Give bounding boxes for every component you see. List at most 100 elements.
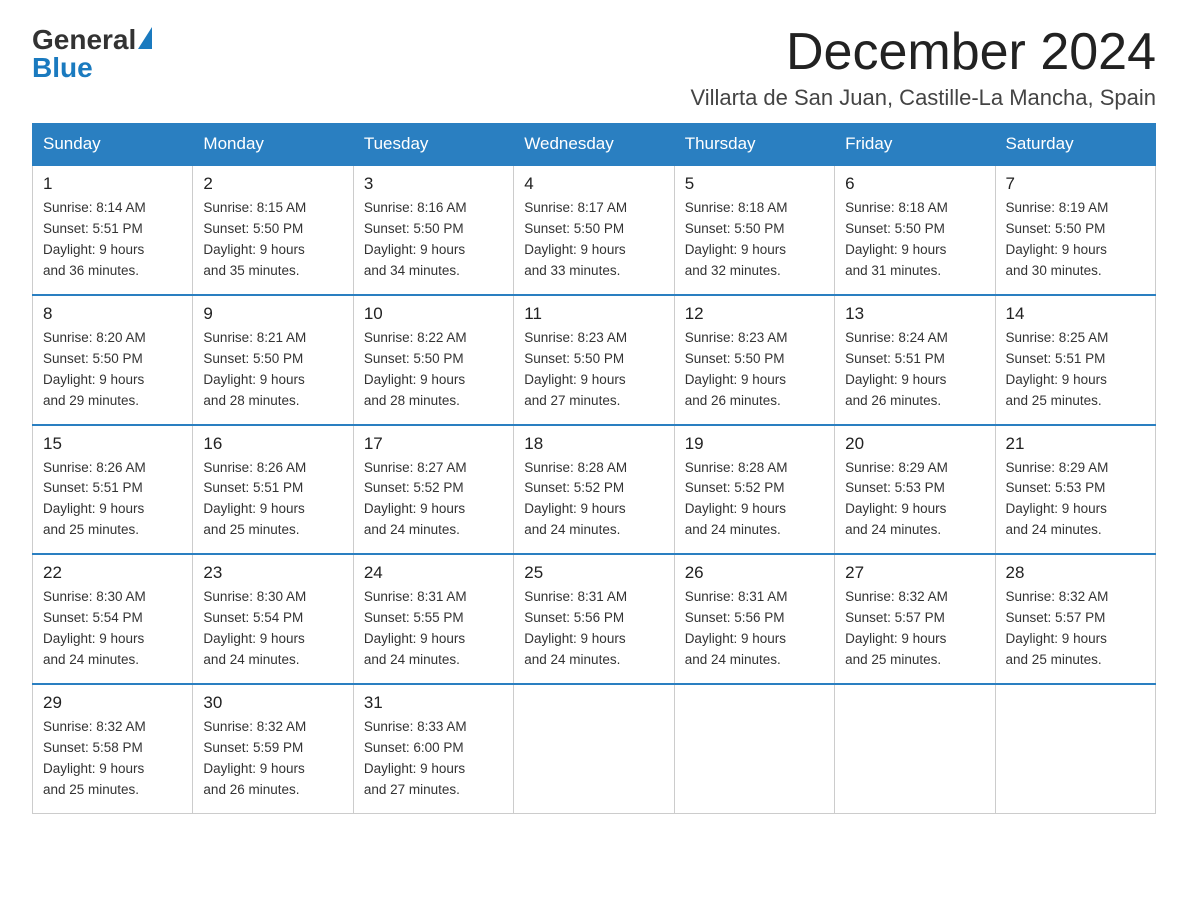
week-row-5: 29 Sunrise: 8:32 AMSunset: 5:58 PMDayligh… bbox=[33, 684, 1156, 813]
calendar-cell: 6 Sunrise: 8:18 AMSunset: 5:50 PMDaylight… bbox=[835, 165, 995, 295]
day-info: Sunrise: 8:29 AMSunset: 5:53 PMDaylight:… bbox=[1006, 458, 1145, 542]
day-number: 8 bbox=[43, 304, 182, 324]
week-row-1: 1 Sunrise: 8:14 AMSunset: 5:51 PMDaylight… bbox=[33, 165, 1156, 295]
day-number: 4 bbox=[524, 174, 663, 194]
calendar-cell: 12 Sunrise: 8:23 AMSunset: 5:50 PMDayligh… bbox=[674, 295, 834, 425]
day-info: Sunrise: 8:32 AMSunset: 5:59 PMDaylight:… bbox=[203, 717, 342, 801]
day-number: 2 bbox=[203, 174, 342, 194]
calendar-cell: 13 Sunrise: 8:24 AMSunset: 5:51 PMDayligh… bbox=[835, 295, 995, 425]
weekday-header-monday: Monday bbox=[193, 124, 353, 166]
calendar-cell: 10 Sunrise: 8:22 AMSunset: 5:50 PMDayligh… bbox=[353, 295, 513, 425]
day-number: 12 bbox=[685, 304, 824, 324]
day-info: Sunrise: 8:23 AMSunset: 5:50 PMDaylight:… bbox=[524, 328, 663, 412]
calendar-cell bbox=[835, 684, 995, 813]
calendar-cell: 11Sunrise: 8:23 AMSunset: 5:50 PMDayligh… bbox=[514, 295, 674, 425]
day-number: 23 bbox=[203, 563, 342, 583]
week-row-2: 8 Sunrise: 8:20 AMSunset: 5:50 PMDaylight… bbox=[33, 295, 1156, 425]
weekday-header-saturday: Saturday bbox=[995, 124, 1155, 166]
calendar-cell: 7Sunrise: 8:19 AMSunset: 5:50 PMDaylight… bbox=[995, 165, 1155, 295]
calendar-cell: 21Sunrise: 8:29 AMSunset: 5:53 PMDayligh… bbox=[995, 425, 1155, 555]
calendar-cell: 27Sunrise: 8:32 AMSunset: 5:57 PMDayligh… bbox=[835, 554, 995, 684]
day-number: 9 bbox=[203, 304, 342, 324]
day-number: 5 bbox=[685, 174, 824, 194]
weekday-header-friday: Friday bbox=[835, 124, 995, 166]
day-info: Sunrise: 8:31 AMSunset: 5:56 PMDaylight:… bbox=[685, 587, 824, 671]
day-info: Sunrise: 8:32 AMSunset: 5:58 PMDaylight:… bbox=[43, 717, 182, 801]
logo-triangle-icon bbox=[138, 27, 152, 49]
calendar-cell: 2 Sunrise: 8:15 AMSunset: 5:50 PMDaylight… bbox=[193, 165, 353, 295]
day-info: Sunrise: 8:27 AMSunset: 5:52 PMDaylight:… bbox=[364, 458, 503, 542]
calendar-cell: 3Sunrise: 8:16 AMSunset: 5:50 PMDaylight… bbox=[353, 165, 513, 295]
calendar-cell: 15 Sunrise: 8:26 AMSunset: 5:51 PMDayligh… bbox=[33, 425, 193, 555]
calendar-cell: 19Sunrise: 8:28 AMSunset: 5:52 PMDayligh… bbox=[674, 425, 834, 555]
day-info: Sunrise: 8:21 AMSunset: 5:50 PMDaylight:… bbox=[203, 328, 342, 412]
day-number: 26 bbox=[685, 563, 824, 583]
calendar-cell: 8 Sunrise: 8:20 AMSunset: 5:50 PMDaylight… bbox=[33, 295, 193, 425]
calendar-cell: 17 Sunrise: 8:27 AMSunset: 5:52 PMDayligh… bbox=[353, 425, 513, 555]
day-info: Sunrise: 8:25 AMSunset: 5:51 PMDaylight:… bbox=[1006, 328, 1145, 412]
day-number: 31 bbox=[364, 693, 503, 713]
calendar-subtitle: Villarta de San Juan, Castille-La Mancha… bbox=[690, 85, 1156, 111]
day-info: Sunrise: 8:30 AMSunset: 5:54 PMDaylight:… bbox=[203, 587, 342, 671]
day-number: 17 bbox=[364, 434, 503, 454]
week-row-4: 22Sunrise: 8:30 AMSunset: 5:54 PMDayligh… bbox=[33, 554, 1156, 684]
calendar-cell: 26 Sunrise: 8:31 AMSunset: 5:56 PMDayligh… bbox=[674, 554, 834, 684]
day-info: Sunrise: 8:32 AMSunset: 5:57 PMDaylight:… bbox=[1006, 587, 1145, 671]
calendar-cell: 1 Sunrise: 8:14 AMSunset: 5:51 PMDaylight… bbox=[33, 165, 193, 295]
week-row-3: 15 Sunrise: 8:26 AMSunset: 5:51 PMDayligh… bbox=[33, 425, 1156, 555]
weekday-header-thursday: Thursday bbox=[674, 124, 834, 166]
weekday-header-tuesday: Tuesday bbox=[353, 124, 513, 166]
day-info: Sunrise: 8:26 AMSunset: 5:51 PMDaylight:… bbox=[203, 458, 342, 542]
calendar-cell: 29 Sunrise: 8:32 AMSunset: 5:58 PMDayligh… bbox=[33, 684, 193, 813]
calendar-cell: 9 Sunrise: 8:21 AMSunset: 5:50 PMDaylight… bbox=[193, 295, 353, 425]
calendar-cell bbox=[514, 684, 674, 813]
day-info: Sunrise: 8:20 AMSunset: 5:50 PMDaylight:… bbox=[43, 328, 182, 412]
calendar-table: SundayMondayTuesdayWednesdayThursdayFrid… bbox=[32, 123, 1156, 813]
day-number: 20 bbox=[845, 434, 984, 454]
calendar-cell: 22Sunrise: 8:30 AMSunset: 5:54 PMDayligh… bbox=[33, 554, 193, 684]
day-number: 6 bbox=[845, 174, 984, 194]
day-number: 25 bbox=[524, 563, 663, 583]
day-info: Sunrise: 8:18 AMSunset: 5:50 PMDaylight:… bbox=[845, 198, 984, 282]
day-number: 13 bbox=[845, 304, 984, 324]
day-info: Sunrise: 8:31 AMSunset: 5:55 PMDaylight:… bbox=[364, 587, 503, 671]
calendar-cell: 31 Sunrise: 8:33 AMSunset: 6:00 PMDayligh… bbox=[353, 684, 513, 813]
calendar-cell: 5 Sunrise: 8:18 AMSunset: 5:50 PMDaylight… bbox=[674, 165, 834, 295]
calendar-cell: 28 Sunrise: 8:32 AMSunset: 5:57 PMDayligh… bbox=[995, 554, 1155, 684]
day-info: Sunrise: 8:23 AMSunset: 5:50 PMDaylight:… bbox=[685, 328, 824, 412]
day-info: Sunrise: 8:29 AMSunset: 5:53 PMDaylight:… bbox=[845, 458, 984, 542]
day-info: Sunrise: 8:33 AMSunset: 6:00 PMDaylight:… bbox=[364, 717, 503, 801]
day-info: Sunrise: 8:28 AMSunset: 5:52 PMDaylight:… bbox=[524, 458, 663, 542]
day-number: 15 bbox=[43, 434, 182, 454]
day-number: 18 bbox=[524, 434, 663, 454]
day-number: 14 bbox=[1006, 304, 1145, 324]
calendar-cell: 14 Sunrise: 8:25 AMSunset: 5:51 PMDayligh… bbox=[995, 295, 1155, 425]
day-number: 10 bbox=[364, 304, 503, 324]
day-number: 1 bbox=[43, 174, 182, 194]
title-block: December 2024 Villarta de San Juan, Cast… bbox=[690, 24, 1156, 111]
day-number: 3 bbox=[364, 174, 503, 194]
day-number: 28 bbox=[1006, 563, 1145, 583]
day-number: 16 bbox=[203, 434, 342, 454]
day-info: Sunrise: 8:15 AMSunset: 5:50 PMDaylight:… bbox=[203, 198, 342, 282]
day-info: Sunrise: 8:32 AMSunset: 5:57 PMDaylight:… bbox=[845, 587, 984, 671]
calendar-cell: 25Sunrise: 8:31 AMSunset: 5:56 PMDayligh… bbox=[514, 554, 674, 684]
calendar-cell bbox=[995, 684, 1155, 813]
day-info: Sunrise: 8:24 AMSunset: 5:51 PMDaylight:… bbox=[845, 328, 984, 412]
calendar-cell: 24 Sunrise: 8:31 AMSunset: 5:55 PMDayligh… bbox=[353, 554, 513, 684]
day-info: Sunrise: 8:26 AMSunset: 5:51 PMDaylight:… bbox=[43, 458, 182, 542]
calendar-cell: 23 Sunrise: 8:30 AMSunset: 5:54 PMDayligh… bbox=[193, 554, 353, 684]
day-number: 29 bbox=[43, 693, 182, 713]
calendar-cell bbox=[674, 684, 834, 813]
day-info: Sunrise: 8:18 AMSunset: 5:50 PMDaylight:… bbox=[685, 198, 824, 282]
logo-blue-text: Blue bbox=[32, 52, 93, 84]
day-info: Sunrise: 8:28 AMSunset: 5:52 PMDaylight:… bbox=[685, 458, 824, 542]
day-info: Sunrise: 8:30 AMSunset: 5:54 PMDaylight:… bbox=[43, 587, 182, 671]
day-info: Sunrise: 8:14 AMSunset: 5:51 PMDaylight:… bbox=[43, 198, 182, 282]
calendar-cell: 4Sunrise: 8:17 AMSunset: 5:50 PMDaylight… bbox=[514, 165, 674, 295]
day-number: 24 bbox=[364, 563, 503, 583]
day-info: Sunrise: 8:22 AMSunset: 5:50 PMDaylight:… bbox=[364, 328, 503, 412]
calendar-title: December 2024 bbox=[690, 24, 1156, 81]
calendar-cell: 16 Sunrise: 8:26 AMSunset: 5:51 PMDayligh… bbox=[193, 425, 353, 555]
day-number: 30 bbox=[203, 693, 342, 713]
